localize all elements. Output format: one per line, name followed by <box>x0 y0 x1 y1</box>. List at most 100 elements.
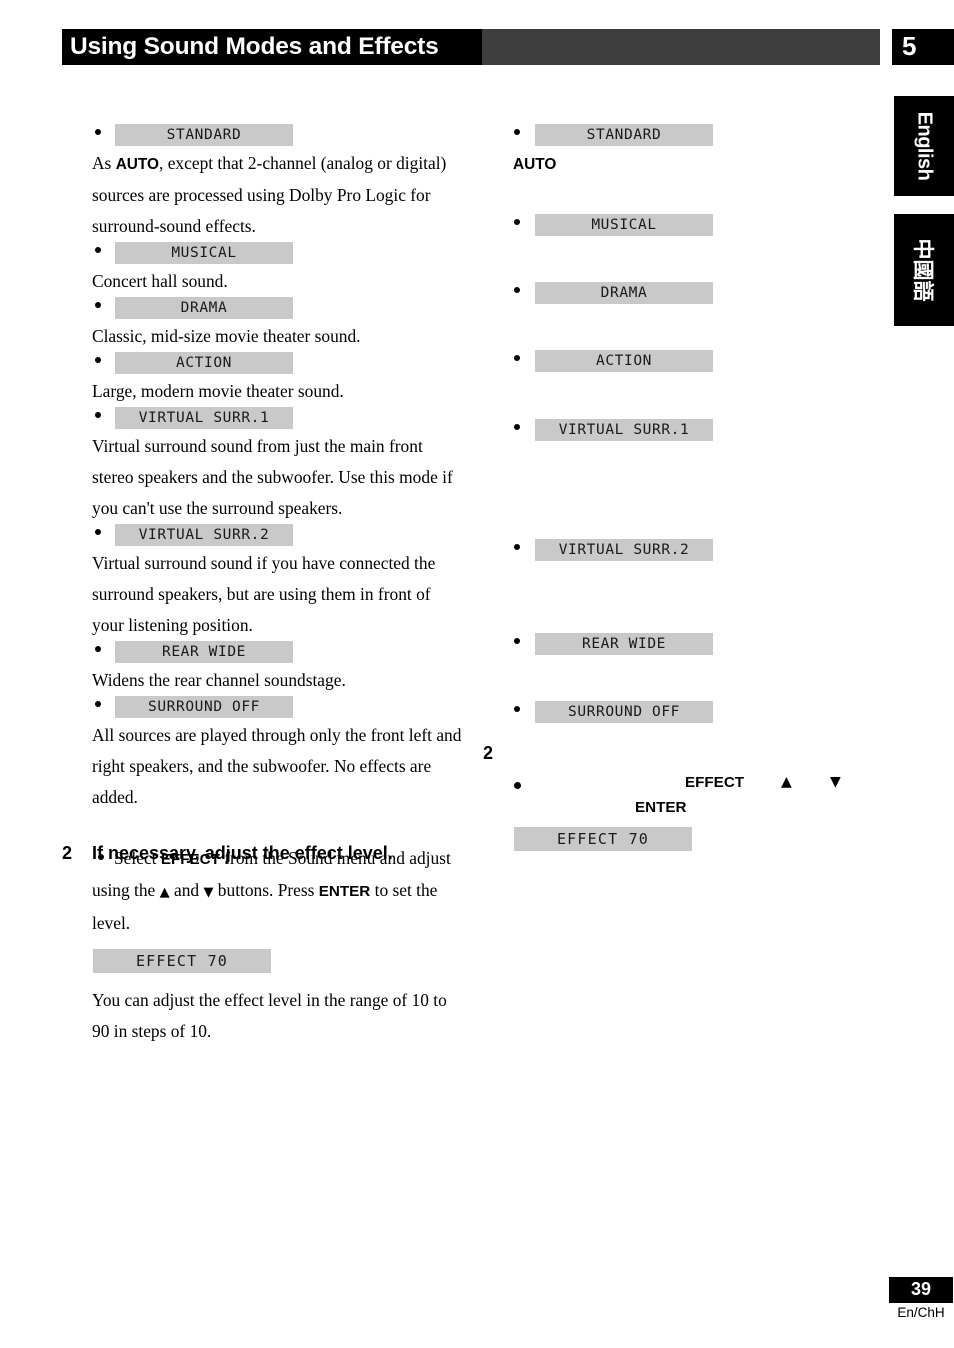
mode-box-label: STANDARD <box>166 127 242 143</box>
mode-header-row: STANDARD <box>62 124 462 148</box>
bullet-icon <box>514 219 520 225</box>
mode-box-label: VIRTUAL SURR.1 <box>138 410 270 426</box>
bullet-icon <box>95 412 101 418</box>
mode-entry-virtual-surr-2: VIRTUAL SURR.2 Virtual surround sound if… <box>62 524 462 641</box>
mode-entry-rear-wide: REAR WIDE Widens the rear channel sounds… <box>62 641 462 696</box>
cn-mode-entry-virtual-surr-2: VIRTUAL SURR.2 <box>483 539 883 633</box>
step-number: 2 <box>62 843 73 863</box>
cn-mode-box-virtual-surr-1: VIRTUAL SURR.1 <box>535 419 713 441</box>
mode-box-action: ACTION <box>115 352 293 374</box>
cn-effect-keyword: EFFECT <box>685 774 745 791</box>
cn-step-number: 2 <box>483 743 494 763</box>
mode-box-label: ACTION <box>596 353 652 369</box>
mode-header-row: DRAMA <box>62 297 462 321</box>
bullet-icon <box>95 357 101 363</box>
effect-level-box: EFFECT 70 <box>93 949 271 973</box>
mode-header-row: MUSICAL <box>483 214 883 238</box>
mode-box-label: VIRTUAL SURR.2 <box>558 542 690 558</box>
effect-level-label: EFFECT 70 <box>135 952 229 970</box>
bullet-icon <box>95 302 101 308</box>
up-arrow-icon: ▲ <box>781 774 792 790</box>
mode-entry-musical: MUSICAL Concert hall sound. <box>62 242 462 297</box>
mode-box-rear-wide: REAR WIDE <box>115 641 293 663</box>
header-gray-block <box>482 29 880 65</box>
mode-box-label: SURROUND OFF <box>148 699 260 715</box>
cn-effect-level-label: EFFECT 70 <box>556 830 650 848</box>
page-title: Using Sound Modes and Effects <box>70 33 439 60</box>
mode-header-row: ACTION <box>483 350 883 374</box>
mode-description: As AUTO, except that 2-channel (analog o… <box>92 153 447 236</box>
mode-description: Concert hall sound. <box>92 271 228 291</box>
bullet-icon <box>95 529 101 535</box>
mode-box-surround-off: SURROUND OFF <box>115 696 293 718</box>
cn-mode-entry-standard: STANDARD AUTO <box>483 124 883 214</box>
cn-enter-keyword: ENTER <box>635 799 687 816</box>
cn-step-2-block: 2 EFFECT ▲ ▼ ENTER EFFECT 70 <box>483 743 883 873</box>
mode-header-row: SURROUND OFF <box>62 696 462 720</box>
side-tab-chinese-label: 中國語 <box>911 238 935 302</box>
cn-mode-box-standard: STANDARD <box>535 124 713 146</box>
mode-header-row: VIRTUAL SURR.1 <box>483 419 883 443</box>
bullet-icon <box>514 706 520 712</box>
bullet-icon <box>95 646 101 652</box>
page-header-bar: Using Sound Modes and Effects <box>62 29 880 65</box>
page-number: 39 <box>910 1279 932 1299</box>
chinese-column: STANDARD AUTO MUSICAL DRAMA ACTION VIRTU… <box>483 124 883 873</box>
bullet-icon <box>514 424 520 430</box>
mode-header-row: ACTION <box>62 352 462 376</box>
effect-range-note: You can adjust the effect level in the r… <box>92 990 447 1041</box>
bullet-icon <box>514 287 520 293</box>
mode-header-row: STANDARD <box>483 124 883 148</box>
mode-entry-action: ACTION Large, modern movie theater sound… <box>62 352 462 407</box>
mode-box-label: VIRTUAL SURR.2 <box>138 527 270 543</box>
bullet-icon <box>514 782 521 789</box>
mode-box-virtual-surr-1: VIRTUAL SURR.1 <box>115 407 293 429</box>
bullet-icon <box>514 129 520 135</box>
cn-mode-box-virtual-surr-2: VIRTUAL SURR.2 <box>535 539 713 561</box>
bullet-icon <box>95 701 101 707</box>
english-column: STANDARD As AUTO, except that 2-channel … <box>62 124 462 1064</box>
bullet-icon <box>95 247 101 253</box>
cn-mode-entry-rear-wide: REAR WIDE <box>483 633 883 701</box>
step-2-block: 2 If necessary, adjust the effect level.… <box>62 843 462 1047</box>
side-tab-chinese: 中國語 <box>894 214 954 326</box>
mode-box-virtual-surr-2: VIRTUAL SURR.2 <box>115 524 293 546</box>
mode-box-label: VIRTUAL SURR.1 <box>558 422 690 438</box>
mode-header-row: VIRTUAL SURR.1 <box>62 407 462 431</box>
cn-effect-level-box: EFFECT 70 <box>514 827 692 851</box>
mode-header-row: DRAMA <box>483 282 883 306</box>
mode-header-row: VIRTUAL SURR.2 <box>62 524 462 548</box>
mode-box-label: REAR WIDE <box>162 644 246 660</box>
mode-description: Widens the rear channel soundstage. <box>92 670 346 690</box>
mode-entry-drama: DRAMA Classic, mid-size movie theater so… <box>62 297 462 352</box>
mode-header-row: VIRTUAL SURR.2 <box>483 539 883 563</box>
mode-box-label: DRAMA <box>180 300 228 316</box>
bullet-icon <box>514 638 520 644</box>
mode-entry-virtual-surr-1: VIRTUAL SURR.1 Virtual surround sound fr… <box>62 407 462 524</box>
chapter-number-box: 5 <box>892 29 954 65</box>
mode-box-label: ACTION <box>176 355 232 371</box>
page-edition-code: En/ChH <box>897 1305 945 1320</box>
mode-box-label: MUSICAL <box>171 245 237 261</box>
cn-mode-box-drama: DRAMA <box>535 282 713 304</box>
mode-box-label: STANDARD <box>586 127 662 143</box>
mode-entry-surround-off: SURROUND OFF All sources are played thro… <box>62 696 462 813</box>
side-tab-english-label: English <box>913 111 936 181</box>
mode-box-musical: MUSICAL <box>115 242 293 264</box>
cn-mode-entry-surround-off: SURROUND OFF <box>483 701 883 725</box>
mode-box-label: SURROUND OFF <box>568 704 680 720</box>
cn-mode-entry-musical: MUSICAL <box>483 214 883 282</box>
mode-box-standard: STANDARD <box>115 124 293 146</box>
cn-mode-box-action: ACTION <box>535 350 713 372</box>
mode-box-label: REAR WIDE <box>582 636 666 652</box>
mode-header-row: SURROUND OFF <box>483 701 883 725</box>
mode-box-drama: DRAMA <box>115 297 293 319</box>
page-number-box: 39 <box>889 1277 953 1303</box>
